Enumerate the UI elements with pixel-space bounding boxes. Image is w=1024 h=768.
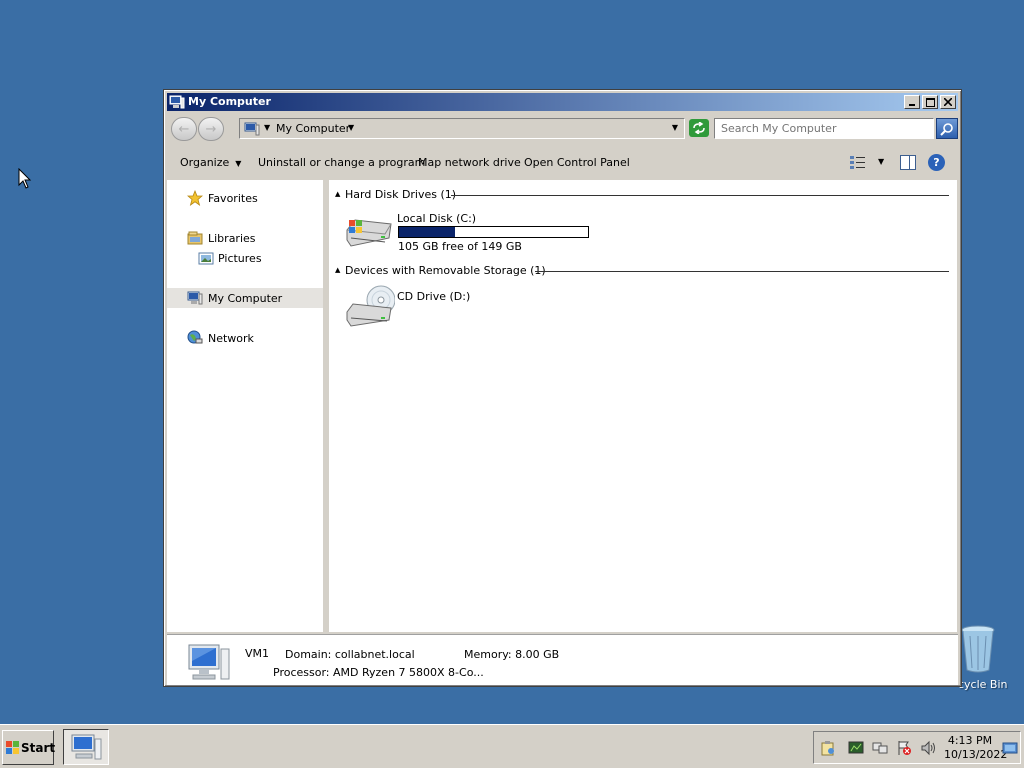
group-divider: [535, 271, 949, 272]
nav-item-pictures[interactable]: Pictures: [167, 248, 323, 268]
change-view-icon[interactable]: [849, 154, 867, 171]
minimize-button[interactable]: [904, 95, 920, 109]
computer-icon: [244, 122, 260, 136]
breadcrumb-chevron-icon[interactable]: ▼: [348, 123, 354, 132]
maximize-icon: [925, 97, 935, 107]
drive-name: Local Disk (C:): [397, 212, 477, 225]
nav-item-my-computer[interactable]: My Computer: [167, 288, 323, 308]
clock-date: 10/13/2022: [944, 748, 1008, 761]
navigation-pane: Favorites Libraries Pictures My Computer…: [167, 180, 326, 632]
collapse-caret-icon[interactable]: ▲: [335, 190, 340, 198]
organize-button[interactable]: Organize ▼: [180, 156, 241, 169]
network-globe-icon: [187, 330, 203, 344]
breadcrumb-my-computer[interactable]: My Computer: [276, 122, 350, 135]
nav-label: Libraries: [208, 232, 256, 245]
computer-memory: Memory: 8.00 GB: [464, 648, 560, 661]
volume-icon[interactable]: [920, 740, 936, 756]
view-options-chevron-icon[interactable]: ▼: [878, 157, 884, 166]
forward-button[interactable]: →: [198, 117, 224, 141]
minimize-icon: [909, 104, 915, 106]
title-bar[interactable]: My Computer: [167, 93, 958, 111]
breadcrumb-chevron-icon[interactable]: ▼: [264, 123, 270, 132]
computer-icon: [169, 95, 185, 109]
window-title: My Computer: [188, 95, 271, 108]
group-header-hard-disk-drives[interactable]: ▲ Hard Disk Drives (1): [335, 188, 949, 202]
search-input[interactable]: [715, 119, 933, 138]
network-icon[interactable]: [872, 740, 888, 756]
start-label: Start: [21, 741, 56, 755]
nav-item-libraries[interactable]: Libraries: [167, 228, 323, 248]
collapse-caret-icon[interactable]: ▲: [335, 266, 340, 274]
notification-area: 4:13 PM 10/13/2022: [813, 731, 1021, 764]
taskbar-my-computer-button[interactable]: [63, 729, 109, 765]
command-bar: Organize ▼ Uninstall or change a program …: [167, 148, 958, 178]
refresh-button[interactable]: [689, 119, 709, 137]
mouse-cursor-icon: [18, 168, 32, 189]
clock-time: 4:13 PM: [947, 734, 993, 747]
recycle-bin-icon: [961, 625, 995, 673]
nav-item-favorites[interactable]: Favorites: [167, 188, 323, 208]
group-divider: [451, 195, 949, 196]
back-button[interactable]: ←: [171, 117, 197, 141]
drive-name: CD Drive (D:): [397, 290, 471, 303]
address-history-dropdown-icon[interactable]: ▼: [672, 123, 678, 132]
computer-icon: [71, 734, 102, 760]
group-label: Devices with Removable Storage (1): [345, 264, 552, 277]
details-pane: VM1 Domain: collabnet.local Memory: 8.00…: [167, 634, 958, 685]
cd-drive-icon: [346, 285, 395, 327]
help-icon[interactable]: ?: [928, 154, 945, 171]
computer-icon: [187, 291, 203, 305]
refresh-icon: [693, 122, 705, 134]
clipboard-icon[interactable]: [820, 740, 836, 756]
content-pane: ▲ Hard Disk Drives (1) Local Disk (C:) 1…: [329, 180, 957, 632]
search-icon: [940, 122, 953, 136]
library-icon: [187, 231, 203, 245]
address-bar[interactable]: ▼ My Computer ▼ ▼: [239, 118, 685, 139]
computer-icon: [188, 644, 230, 680]
explorer-window: My Computer ← → ▼ My Computer ▼ ▼ Search…: [163, 89, 962, 687]
nav-label: Network: [208, 332, 254, 345]
drive-free-space: 105 GB free of 149 GB: [398, 240, 522, 253]
forward-arrow-icon: →: [205, 121, 217, 137]
group-header-removable-storage[interactable]: ▲ Devices with Removable Storage (1): [335, 264, 949, 278]
close-icon: [944, 98, 952, 106]
search-button[interactable]: [936, 118, 958, 139]
capacity-bar-fill: [399, 227, 455, 237]
desktop-recycle-bin[interactable]: cycle Bin: [958, 624, 1008, 694]
clock[interactable]: 4:13 PM 10/13/2022: [944, 734, 1008, 762]
map-network-drive-button[interactable]: Map network drive: [418, 156, 521, 169]
search-box[interactable]: [714, 118, 934, 139]
hard-drive-icon: [346, 219, 392, 247]
maximize-button[interactable]: [922, 95, 938, 109]
start-button[interactable]: Start: [2, 730, 56, 765]
star-icon: [187, 190, 203, 206]
group-label: Hard Disk Drives (1): [345, 188, 463, 201]
nav-label: Pictures: [218, 252, 262, 265]
pictures-icon: [198, 252, 214, 265]
nav-label: Favorites: [208, 192, 258, 205]
drive-local-disk-c[interactable]: Local Disk (C:) 105 GB free of 149 GB: [343, 210, 593, 256]
close-button[interactable]: [940, 95, 956, 109]
organize-label: Organize: [180, 156, 230, 169]
capacity-bar: [398, 226, 589, 238]
address-row: ← → ▼ My Computer ▼ ▼: [167, 113, 958, 145]
computer-domain: Domain: collabnet.local: [285, 648, 415, 661]
drive-cd-d[interactable]: CD Drive (D:): [343, 284, 543, 332]
taskbar: Start 4:13 PM 10/13/2022: [0, 724, 1024, 768]
nav-item-network[interactable]: Network: [167, 328, 323, 348]
monitor-icon[interactable]: [848, 740, 864, 756]
computer-name: VM1: [245, 647, 270, 660]
back-arrow-icon: ←: [178, 121, 190, 137]
action-center-flag-icon[interactable]: [896, 740, 912, 756]
show-desktop-icon[interactable]: [1002, 740, 1018, 756]
windows-logo-icon: [6, 741, 19, 754]
computer-processor: Processor: AMD Ryzen 7 5800X 8-Co...: [273, 666, 484, 679]
recycle-bin-label: cycle Bin: [958, 678, 1008, 691]
chevron-down-icon: ▼: [235, 159, 242, 168]
preview-pane-icon[interactable]: [900, 155, 916, 170]
nav-label: My Computer: [208, 292, 283, 305]
uninstall-program-button[interactable]: Uninstall or change a program: [258, 156, 425, 169]
open-control-panel-button[interactable]: Open Control Panel: [524, 156, 630, 169]
